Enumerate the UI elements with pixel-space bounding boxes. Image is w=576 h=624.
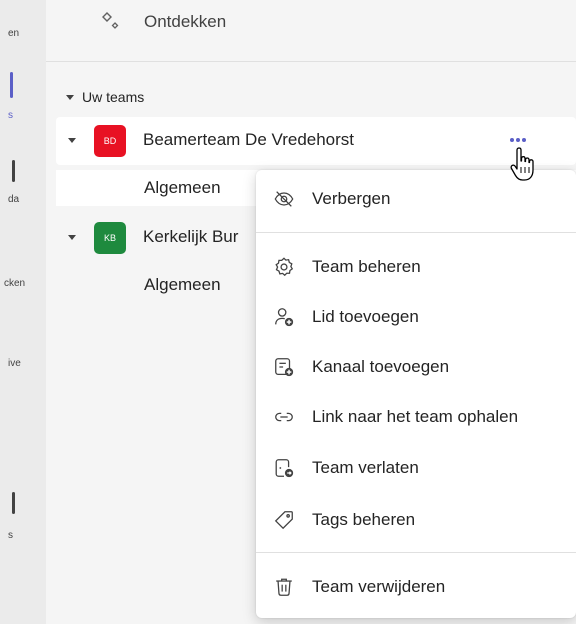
- sparkle-icon: [98, 10, 122, 34]
- chevron-down-icon: [66, 94, 74, 100]
- menu-divider: [256, 232, 576, 233]
- rail-icon: [12, 492, 15, 514]
- rail-item-label: en: [8, 28, 20, 39]
- team-context-menu: Verbergen Team beheren Lid toevoegen Kan…: [256, 170, 576, 618]
- menu-item-leave-team[interactable]: Team verlaten: [256, 446, 576, 490]
- team-avatar: BD: [94, 125, 126, 157]
- team-name: Beamerteam De Vredehorst: [143, 130, 355, 149]
- more-icon-dot: [516, 138, 520, 142]
- discover-item[interactable]: Ontdekken: [46, 0, 576, 62]
- more-icon-dot: [522, 138, 526, 142]
- discover-label: Ontdekken: [144, 12, 227, 31]
- menu-item-label: Team verwijderen: [312, 577, 446, 596]
- trash-icon: [272, 575, 296, 599]
- gear-icon: [272, 255, 296, 279]
- link-icon: [272, 405, 296, 429]
- rail-item-label: cken: [4, 278, 26, 289]
- menu-item-manage-team[interactable]: Team beheren: [256, 245, 576, 289]
- menu-item-label: Tags beheren: [312, 510, 416, 529]
- rail-active-indicator: [10, 72, 13, 98]
- more-icon-dot: [510, 138, 514, 142]
- rail-item-label: da: [8, 194, 20, 205]
- menu-item-label: Team verlaten: [312, 458, 419, 477]
- menu-item-label: Verbergen: [312, 189, 391, 208]
- hand-cursor-icon: [508, 147, 538, 185]
- eye-off-icon: [272, 187, 296, 211]
- menu-item-delete-team[interactable]: Team verwijderen: [256, 565, 576, 609]
- channel-name: Algemeen: [144, 275, 221, 294]
- menu-item-add-channel[interactable]: Kanaal toevoegen: [256, 345, 576, 389]
- channel-add-icon: [272, 355, 296, 379]
- your-teams-header[interactable]: Uw teams: [66, 86, 144, 108]
- rail-item-label: ive: [8, 358, 21, 369]
- tag-icon: [272, 508, 296, 532]
- team-name: Kerkelijk Bur: [143, 227, 239, 246]
- chevron-down-icon[interactable]: [68, 138, 76, 143]
- menu-divider: [256, 552, 576, 553]
- menu-item-manage-tags[interactable]: Tags beheren: [256, 498, 576, 542]
- menu-item-label: Kanaal toevoegen: [312, 357, 450, 376]
- chevron-down-icon[interactable]: [68, 235, 76, 240]
- person-add-icon: [272, 305, 296, 329]
- rail-icon: [12, 160, 15, 182]
- team-avatar: KB: [94, 222, 126, 254]
- menu-item-label: Lid toevoegen: [312, 307, 419, 326]
- menu-item-label: Team beheren: [312, 257, 421, 276]
- menu-item-label: Link naar het team ophalen: [312, 407, 519, 426]
- menu-item-get-link[interactable]: Link naar het team ophalen: [256, 395, 576, 439]
- channel-name: Algemeen: [144, 178, 221, 197]
- app-rail: en s da cken ive s: [0, 0, 46, 624]
- section-label: Uw teams: [82, 89, 145, 105]
- leave-icon: [272, 456, 296, 480]
- rail-item-label: s: [8, 110, 13, 121]
- rail-item-label: s: [8, 530, 13, 541]
- menu-item-add-member[interactable]: Lid toevoegen: [256, 295, 576, 339]
- team-row-beamerteam[interactable]: BD Beamerteam De Vredehorst: [56, 117, 576, 165]
